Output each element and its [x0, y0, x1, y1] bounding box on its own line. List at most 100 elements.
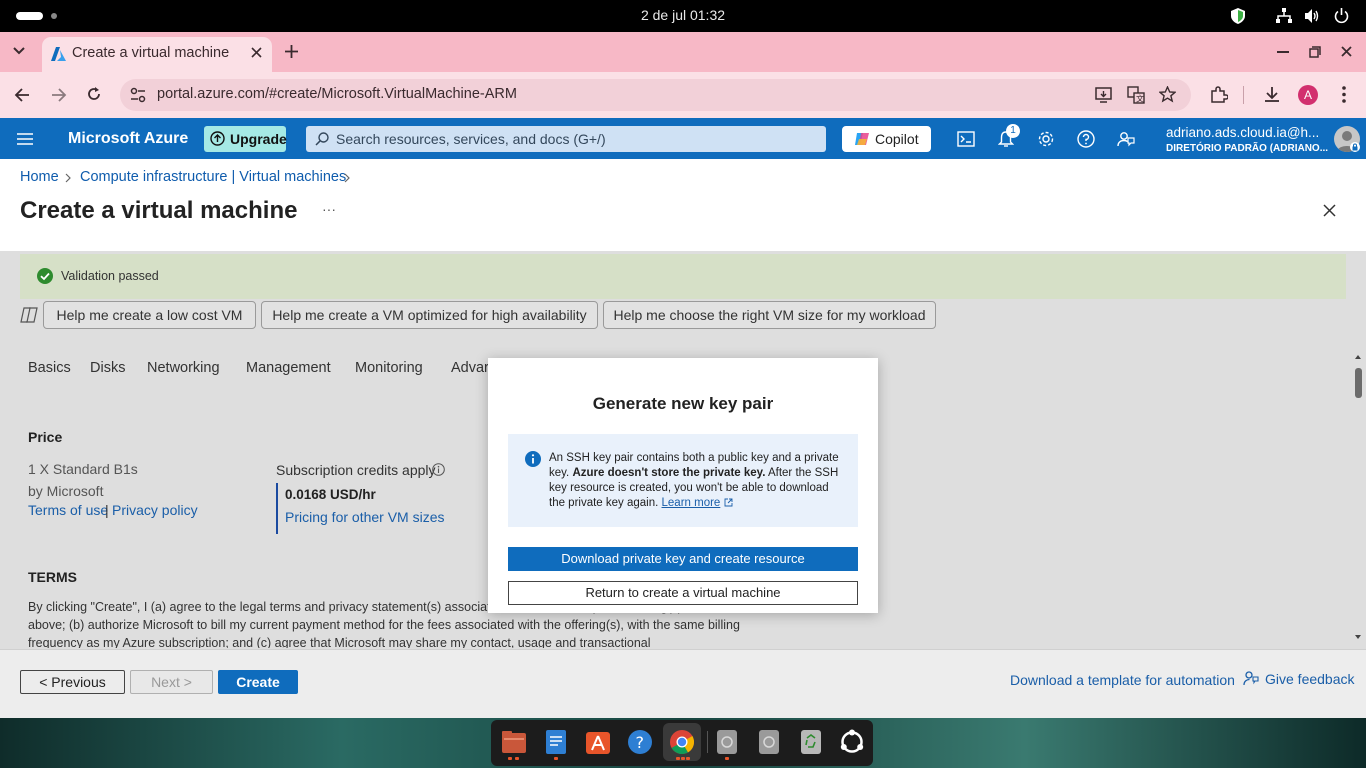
minimize-icon[interactable]	[1277, 51, 1289, 53]
ssh-info-text: An SSH key pair contains both a public k…	[549, 451, 841, 511]
chevron-right-icon	[65, 173, 71, 183]
global-search-input[interactable]: Search resources, services, and docs (G+…	[306, 126, 826, 152]
running-indicator	[686, 757, 690, 760]
downloads-icon[interactable]	[1263, 86, 1281, 103]
azure-brand[interactable]: Microsoft Azure	[68, 130, 188, 148]
show-apps-icon[interactable]	[839, 729, 865, 755]
previous-button[interactable]: < Previous	[20, 670, 125, 694]
tab-networking[interactable]: Networking	[147, 360, 220, 376]
copilot-label: Copilot	[875, 131, 919, 147]
address-bar[interactable]: portal.azure.com/#create/Microsoft.Virtu…	[120, 79, 1191, 111]
vm-sku: 1 X Standard B1s	[28, 461, 138, 477]
site-info-icon[interactable]	[130, 87, 146, 103]
maximize-icon[interactable]	[1309, 46, 1321, 58]
running-indicator	[725, 757, 729, 760]
download-key-create-button[interactable]: Download private key and create resource	[508, 547, 858, 571]
give-feedback-link[interactable]: Give feedback	[1265, 671, 1355, 687]
url-text[interactable]: portal.azure.com/#create/Microsoft.Virtu…	[157, 86, 517, 102]
help-icon[interactable]	[1077, 130, 1095, 148]
azure-favicon-icon	[51, 47, 66, 61]
tab-advanced[interactable]: Advar	[451, 360, 489, 376]
more-options-button[interactable]: ···	[322, 201, 336, 217]
tab-basics[interactable]: Basics	[28, 360, 71, 376]
new-tab-icon[interactable]	[285, 45, 298, 58]
scrollbar[interactable]	[1352, 350, 1364, 646]
running-indicator	[681, 757, 685, 760]
copilot-button[interactable]: Copilot	[842, 126, 931, 152]
help-high-availability-button[interactable]: Help me create a VM optimized for high a…	[261, 301, 598, 329]
close-icon[interactable]	[1323, 204, 1336, 217]
close-tab-icon[interactable]	[251, 47, 262, 58]
pricing-other-sizes-link[interactable]: Pricing for other VM sizes	[285, 509, 445, 525]
close-window-icon[interactable]	[1341, 46, 1352, 57]
validation-banner: Validation passed	[20, 254, 1346, 299]
power-icon[interactable]	[1334, 8, 1349, 24]
disk-drive-icon[interactable]	[758, 729, 780, 755]
info-circle-icon	[525, 451, 541, 467]
upgrade-arrow-icon	[210, 131, 225, 146]
learn-more-link[interactable]: Learn more	[662, 497, 721, 509]
create-button[interactable]: Create	[218, 670, 298, 694]
forward-icon[interactable]	[51, 87, 67, 103]
search-placeholder: Search resources, services, and docs (G+…	[336, 131, 606, 147]
feedback-icon[interactable]	[1117, 130, 1135, 148]
help-app-icon[interactable]: ?	[627, 729, 653, 755]
cloud-shell-icon[interactable]	[957, 131, 975, 147]
browser-menu-icon[interactable]	[1342, 86, 1346, 103]
trash-icon[interactable]	[799, 729, 823, 755]
copilot-icon	[855, 133, 869, 145]
running-indicator	[676, 757, 680, 760]
shield-icon[interactable]	[1231, 8, 1245, 24]
app-center-icon[interactable]	[585, 729, 611, 755]
tab-disks[interactable]: Disks	[90, 360, 125, 376]
external-link-icon	[724, 498, 732, 507]
bookmark-star-icon[interactable]	[1159, 86, 1176, 103]
settings-gear-icon[interactable]	[1037, 130, 1055, 148]
terms-heading: TERMS	[28, 569, 77, 585]
extensions-icon[interactable]	[1210, 86, 1228, 103]
info-icon[interactable]	[432, 463, 445, 476]
chrome-icon[interactable]	[669, 729, 695, 755]
clock[interactable]: 2 de jul 01:32	[0, 7, 1366, 23]
breadcrumb-virtual-machines[interactable]: Compute infrastructure | Virtual machine…	[80, 169, 346, 185]
text-editor-icon[interactable]	[544, 729, 568, 755]
account-info[interactable]: adriano.ads.cloud.ia@h... DIRETÓRIO PADR…	[1166, 125, 1328, 154]
files-icon[interactable]	[501, 729, 527, 755]
running-indicator	[515, 757, 519, 760]
upgrade-button[interactable]: Upgrade	[204, 126, 287, 152]
portal-menu-icon[interactable]	[17, 133, 33, 145]
tab-management[interactable]: Management	[246, 360, 331, 376]
upgrade-label: Upgrade	[230, 131, 287, 147]
privacy-policy-link[interactable]: Privacy policy	[112, 502, 198, 518]
back-icon[interactable]	[14, 87, 30, 103]
network-icon[interactable]	[1276, 8, 1292, 24]
lock-badge-icon	[1350, 142, 1360, 152]
return-to-create-button[interactable]: Return to create a virtual machine	[508, 581, 858, 605]
volume-icon[interactable]	[1304, 8, 1320, 24]
user-directory: DIRETÓRIO PADRÃO (ADRIANO...	[1166, 143, 1329, 154]
help-vm-size-button[interactable]: Help me choose the right VM size for my …	[603, 301, 936, 329]
profile-avatar[interactable]: A	[1298, 85, 1318, 105]
install-app-icon[interactable]	[1095, 87, 1112, 103]
browser-tab[interactable]: Create a virtual machine	[42, 37, 272, 72]
copilot-hint-icon	[20, 307, 38, 323]
link-separator: |	[105, 502, 109, 518]
scrollbar-arrows-icon	[1355, 355, 1362, 639]
breadcrumb-home[interactable]: Home	[20, 169, 59, 185]
svg-text:文: 文	[1136, 94, 1144, 104]
validation-text: Validation passed	[61, 269, 159, 283]
tab-monitoring[interactable]: Monitoring	[355, 360, 423, 376]
translate-icon[interactable]: 文	[1127, 86, 1145, 104]
price-heading: Price	[28, 429, 63, 445]
price-accent-bar	[276, 483, 278, 534]
terms-of-use-link[interactable]: Terms of use	[28, 502, 108, 518]
download-template-link[interactable]: Download a template for automation	[1010, 672, 1235, 688]
running-indicator	[554, 757, 558, 760]
disk-drive-icon[interactable]	[716, 729, 738, 755]
next-button[interactable]: Next >	[130, 670, 213, 694]
tab-list-chevron-icon[interactable]	[12, 46, 26, 56]
reload-icon[interactable]	[86, 86, 102, 102]
give-feedback-icon	[1243, 671, 1259, 686]
help-low-cost-vm-button[interactable]: Help me create a low cost VM	[43, 301, 256, 329]
hourly-rate: 0.0168 USD/hr	[285, 487, 376, 502]
